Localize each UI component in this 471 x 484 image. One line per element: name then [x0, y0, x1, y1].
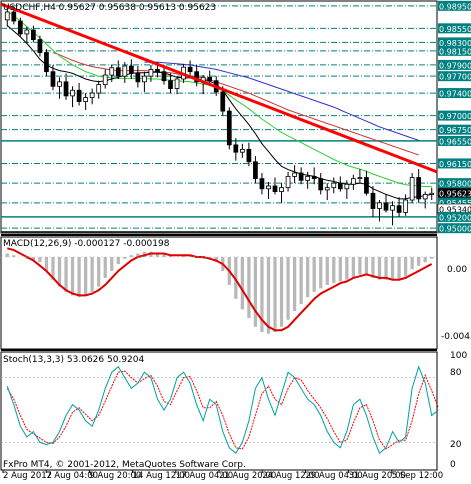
price-tag-text: 0.96150 [439, 160, 471, 169]
candle-body [409, 177, 415, 201]
time-axis: 2 Aug 20127 Aug 04:009 Aug 20:0014 Aug 1… [2, 470, 443, 481]
macd-axis-zero: 0.00 [447, 265, 467, 275]
candle-body [161, 71, 167, 82]
candle-body [128, 65, 134, 74]
price-tag-text: 0.95200 [439, 213, 471, 222]
candle-body [324, 187, 330, 191]
price-tag-text: 0.98950 [439, 2, 471, 11]
candle-body [207, 76, 213, 82]
candle-body [76, 89, 82, 102]
candle-body [298, 172, 304, 181]
symbol-header: USDCHF,H4 0.95627 0.95638 0.95613 0.9562… [3, 3, 216, 13]
candle-body [370, 192, 376, 209]
candle-body [187, 66, 193, 73]
mt4-chart-window: 0.98950 0.98550 0.98300 0.98150 0.97900 0.977… [0, 0, 471, 481]
time-label: 5 Sep 12:00 [392, 471, 443, 480]
candle-body [292, 172, 297, 177]
candle-body [37, 39, 43, 53]
candle-body [390, 205, 395, 211]
candle-body [148, 69, 154, 77]
candle-body [239, 148, 245, 153]
candle-body [279, 187, 284, 192]
stoch-axis-80: 80 [450, 368, 462, 378]
candle-body [259, 178, 265, 190]
candle-body [226, 110, 232, 146]
candle-body [83, 97, 88, 102]
candle-body [285, 175, 291, 189]
candle-body [396, 205, 402, 213]
price-tag-text: 0.96750 [439, 126, 471, 135]
candle-body [377, 202, 382, 209]
candle-body [403, 199, 408, 213]
price-tag-text: 0.97000 [439, 112, 471, 121]
candle-body [115, 67, 121, 77]
candle-body [31, 29, 36, 40]
candle-body [11, 11, 17, 22]
price-tag-text: 0.95000 [439, 225, 471, 234]
candle-body [331, 182, 337, 189]
candle-body [266, 185, 271, 190]
candle-body [155, 69, 160, 73]
candle-body [168, 80, 173, 89]
candle-body [44, 52, 49, 73]
candle-body [364, 177, 369, 194]
candle-body [142, 75, 147, 83]
candle-body [89, 92, 95, 98]
candle-body [50, 71, 56, 87]
candle-body [305, 175, 311, 181]
candle-body [422, 194, 428, 200]
candle-body [102, 74, 108, 86]
candle-body [174, 78, 180, 89]
stoch-label: Stoch(13,3,3) 53.0626 50.9204 [3, 355, 144, 365]
price-tag-text: 0.95800 [439, 180, 471, 189]
copyright-text: FxPro MT4, © 2001-2012, MetaQuotes Softw… [3, 460, 246, 470]
price-tag-text: 0.98550 [439, 25, 471, 34]
candle-body [57, 81, 62, 87]
price-tag-text: 0.98150 [439, 47, 471, 56]
price-tag-text: 0.97700 [439, 73, 471, 82]
macd-axis-min: -0.00457 [441, 332, 471, 342]
chart-canvas[interactable]: 0.989500.985500.983000.981500.979000.977… [0, 0, 471, 481]
candle-body [337, 182, 343, 190]
candle-body [416, 177, 422, 200]
candle-body [351, 178, 356, 185]
candle-body [17, 20, 23, 35]
candle-body [311, 175, 317, 180]
price-tag-text: 0.97900 [439, 61, 471, 70]
candle-body [122, 65, 128, 77]
candle-body [357, 177, 363, 180]
candle-body [109, 67, 115, 76]
candle-body [220, 91, 226, 112]
price-tag-text: 0.95623 [439, 190, 471, 199]
candle-body [383, 202, 389, 211]
macd-label: MACD(12,26,9) -0.000127 -0.000198 [3, 239, 170, 249]
price-tag-text: 0.97400 [439, 90, 471, 99]
stoch-axis-100: 100 [450, 351, 467, 361]
stoch-axis-0: 0 [450, 460, 456, 470]
candle-body [429, 192, 435, 195]
candle-body [246, 148, 252, 163]
candle-body [318, 178, 324, 191]
candle-body [344, 183, 350, 190]
candle-body [4, 11, 10, 21]
candle-body [70, 89, 75, 97]
candle-body [96, 84, 102, 94]
candle-body [253, 161, 258, 180]
candle-body [233, 144, 239, 153]
candle-body [24, 29, 30, 35]
price-tag-text: 0.96550 [439, 137, 471, 146]
candle-body [63, 81, 69, 97]
candle-body [135, 72, 141, 83]
candle-body [272, 185, 278, 192]
time-label: 2 Aug 2012 [3, 471, 52, 480]
stoch-axis-20: 20 [450, 440, 462, 450]
